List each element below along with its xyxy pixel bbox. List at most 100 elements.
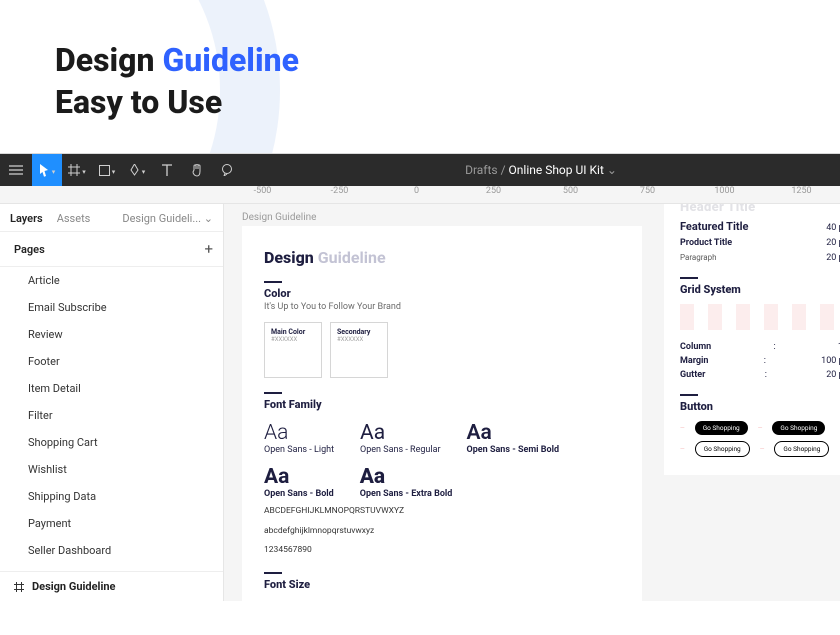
text-tool[interactable] bbox=[152, 154, 182, 186]
frame-name: Design Guideline bbox=[32, 580, 115, 593]
hand-icon bbox=[191, 164, 203, 177]
comment-icon bbox=[221, 164, 233, 176]
hero-heading: Design Guideline Easy to Use bbox=[55, 40, 785, 123]
alpha-upper: ABCDEFGHIJKLMNOPQRSTUVWXYZ bbox=[264, 505, 620, 519]
dash-icon: — bbox=[680, 425, 685, 432]
pen-icon bbox=[129, 164, 140, 177]
frame-design-guideline[interactable]: Design Guideline Color It's Up to You to… bbox=[242, 226, 642, 601]
canvas[interactable]: Design Guideline Design Guideline Color … bbox=[224, 204, 840, 601]
page-item[interactable]: Filter bbox=[0, 402, 223, 429]
section-fontsize: Font Size bbox=[264, 578, 620, 591]
chevron-down-icon: ⌄ bbox=[607, 163, 617, 177]
hero-word-design: Design bbox=[55, 41, 155, 79]
add-page-button[interactable]: + bbox=[204, 240, 213, 258]
section-color: Color bbox=[264, 287, 620, 300]
ruler-tick: -250 bbox=[301, 186, 378, 196]
typo-row: Paragraph20 px bbox=[680, 253, 840, 263]
frame-row[interactable]: Design Guideline bbox=[0, 572, 223, 601]
alpha-lower: abcdefghijklmnopqrstuvwxyz bbox=[264, 525, 620, 539]
menu-button[interactable] bbox=[0, 154, 32, 186]
page-item[interactable]: Article bbox=[0, 267, 223, 294]
breadcrumb-drafts: Drafts bbox=[465, 163, 498, 177]
chevron-down-icon: ▾ bbox=[112, 168, 116, 176]
button-sample: Go Shopping bbox=[695, 421, 748, 435]
pen-tool[interactable]: ▾ bbox=[122, 154, 152, 186]
hero-word-guideline: Guideline bbox=[162, 41, 298, 79]
button-sample: Go Shopping bbox=[772, 421, 825, 435]
page-item[interactable]: Payment bbox=[0, 510, 223, 537]
frame-icon bbox=[14, 582, 24, 592]
section-button: Button bbox=[680, 400, 840, 413]
guide-title: Design Guideline bbox=[264, 248, 620, 267]
section-grid: Grid System bbox=[680, 283, 840, 296]
document-title[interactable]: Drafts / Online Shop UI Kit ⌄ bbox=[242, 163, 840, 177]
page-item[interactable]: Item Detail bbox=[0, 375, 223, 402]
typo-row: Product Title20 px bbox=[680, 238, 840, 248]
tab-layers[interactable]: Layers bbox=[10, 212, 43, 225]
hero-line-2: Easy to Use bbox=[55, 83, 222, 121]
grid-spec-row: Column:12 bbox=[680, 342, 840, 352]
frame-side-preview[interactable]: Header Title Featured Title40 px Product … bbox=[664, 204, 840, 475]
ruler-tick: 0 bbox=[378, 186, 455, 196]
page-item[interactable]: Shipping Data bbox=[0, 483, 223, 510]
page-list: ArticleEmail SubscribeReviewFooterItem D… bbox=[0, 267, 223, 571]
grid-spec-row: Margin:100 px bbox=[680, 356, 840, 366]
button-sample: Go Shopping bbox=[774, 441, 829, 457]
toolbar: ▾ ▾ ▾ ▾ Drafts / Online Shop UI Kit ⌄ bbox=[0, 154, 840, 186]
page-item[interactable]: Review bbox=[0, 321, 223, 348]
horizontal-ruler: -500-250025050075010001250 bbox=[0, 186, 840, 204]
frame-icon bbox=[68, 164, 80, 176]
hamburger-icon bbox=[9, 165, 23, 175]
frame-tool[interactable]: ▾ bbox=[62, 154, 92, 186]
grid-spec-row: Gutter:20 px bbox=[680, 370, 840, 380]
digits: 1234567890 bbox=[264, 544, 620, 558]
left-panel: Layers Assets Design Guideli... ⌄ Pages … bbox=[0, 204, 224, 601]
ruler-tick: -500 bbox=[224, 186, 301, 196]
ruler-tick: 1250 bbox=[763, 186, 840, 196]
page-dropdown[interactable]: Design Guideli... ⌄ bbox=[122, 212, 213, 225]
button-sample: Go Shopping bbox=[695, 441, 750, 457]
page-item[interactable]: Seller Dashboard bbox=[0, 537, 223, 564]
section-color-sub: It's Up to You to Follow Your Brand bbox=[264, 302, 620, 312]
font-sample: AaOpen Sans - Regular bbox=[360, 421, 441, 455]
page-item[interactable]: Wishlist bbox=[0, 456, 223, 483]
side-cut-title: Header Title bbox=[680, 204, 840, 215]
breadcrumb-project: Online Shop UI Kit bbox=[509, 163, 604, 177]
text-icon bbox=[162, 164, 172, 176]
pages-title: Pages bbox=[14, 243, 45, 256]
page-item[interactable]: Footer bbox=[0, 348, 223, 375]
page-item[interactable]: Shopping Cart bbox=[0, 429, 223, 456]
font-sample: AaOpen Sans - Extra Bold bbox=[360, 465, 453, 499]
section-fontfamily: Font Family bbox=[264, 398, 620, 411]
ruler-tick: 1000 bbox=[686, 186, 763, 196]
hero: Design Guideline Easy to Use bbox=[0, 0, 840, 143]
hand-tool[interactable] bbox=[182, 154, 212, 186]
breadcrumb-sep: / bbox=[501, 163, 506, 177]
ruler-tick: 500 bbox=[532, 186, 609, 196]
dash-icon: — bbox=[760, 446, 765, 453]
ruler-tick: 250 bbox=[455, 186, 532, 196]
dash-icon: — bbox=[680, 446, 685, 453]
chevron-down-icon: ⌄ bbox=[204, 212, 213, 225]
page-item[interactable]: Email Subscribe bbox=[0, 294, 223, 321]
move-tool[interactable]: ▾ bbox=[32, 154, 62, 186]
design-app: ▾ ▾ ▾ ▾ Drafts / Online Shop UI Kit ⌄ bbox=[0, 153, 840, 601]
rectangle-icon bbox=[99, 165, 110, 176]
color-swatch: Main Color#XXXXXX bbox=[264, 322, 322, 378]
frame-label[interactable]: Design Guideline bbox=[242, 212, 316, 223]
comment-tool[interactable] bbox=[212, 154, 242, 186]
ruler-tick: 750 bbox=[609, 186, 686, 196]
chevron-down-icon: ▾ bbox=[142, 168, 146, 176]
font-sample: AaOpen Sans - Semi Bold bbox=[467, 421, 560, 455]
dash-icon: — bbox=[758, 425, 763, 432]
font-sample: AaOpen Sans - Light bbox=[264, 421, 334, 455]
chevron-down-icon: ▾ bbox=[52, 168, 56, 176]
color-swatch: Secondary#XXXXXX bbox=[330, 322, 388, 378]
grid-preview bbox=[680, 304, 840, 330]
pages-header[interactable]: Pages + bbox=[0, 231, 223, 267]
tab-assets[interactable]: Assets bbox=[57, 212, 91, 225]
page-item[interactable]: Design Guideline bbox=[0, 564, 223, 571]
chevron-down-icon: ▾ bbox=[82, 168, 86, 176]
shape-tool[interactable]: ▾ bbox=[92, 154, 122, 186]
typo-row: Featured Title40 px bbox=[680, 220, 840, 233]
